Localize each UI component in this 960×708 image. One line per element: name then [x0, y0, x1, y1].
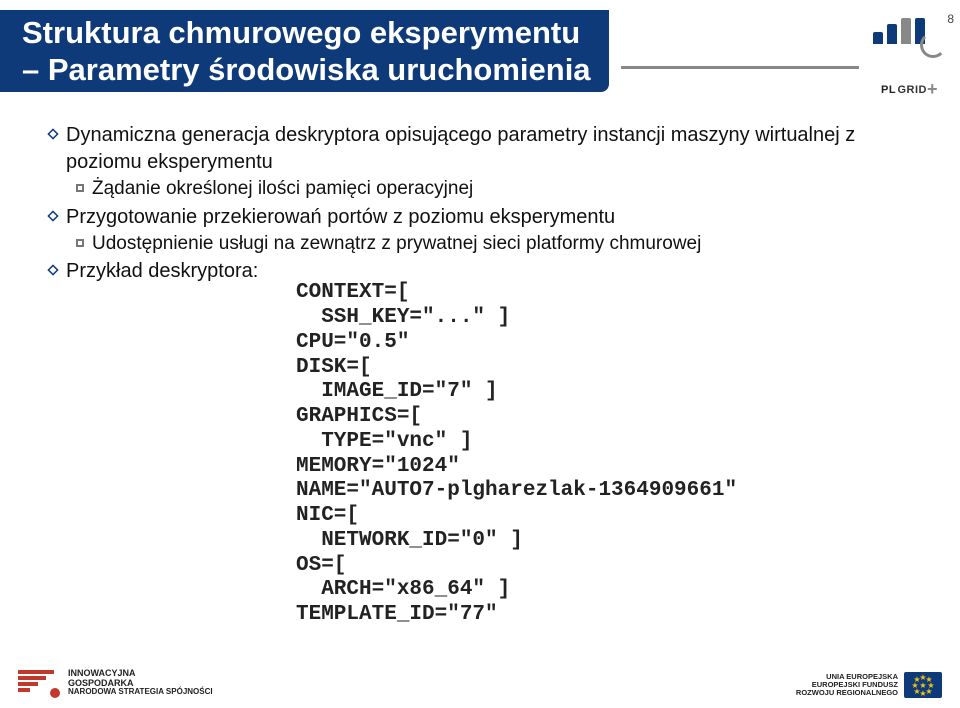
diamond-bullet-icon [46, 127, 60, 141]
footer-left-logo: INNOWACYJNA GOSPODARKA NARODOWA STRATEGI… [18, 668, 213, 698]
code-line: TEMPLATE_ID="77" [296, 603, 920, 628]
code-line: DISK=[ [296, 356, 920, 381]
code-line: MEMORY="1024" [296, 455, 920, 480]
slide-title: Struktura chmurowego eksperymentu – Para… [0, 10, 609, 92]
code-line: ARCH="x86_64" ] [296, 578, 920, 603]
title-divider [621, 66, 859, 69]
diamond-bullet-icon [46, 209, 60, 223]
code-line: OS=[ [296, 554, 920, 579]
code-line: NETWORK_ID="0" ] [296, 529, 920, 554]
bullet-2-sub-1-text: Udostępnienie usługi na zewnątrz z prywa… [92, 231, 701, 257]
bullet-1-sub-1-text: Żądanie określonej ilości pamięci operac… [92, 176, 473, 202]
bullet-3-text: Przykład deskryptora: [66, 258, 258, 285]
code-line: GRAPHICS=[ [296, 405, 920, 430]
title-bar: Struktura chmurowego eksperymentu – Para… [0, 0, 960, 98]
slide-content: Dynamiczna generacja deskryptora opisują… [0, 98, 960, 628]
innowacyjna-gospodarka-icon [18, 668, 62, 698]
bullet-1-text: Dynamiczna generacja deskryptora opisują… [66, 122, 920, 176]
footer-right-logo: UNIA EUROPEJSKA EUROPEJSKI FUNDUSZ ROZWO… [796, 672, 942, 698]
slide-footer: INNOWACYJNA GOSPODARKA NARODOWA STRATEGI… [0, 668, 960, 698]
descriptor-code-block: CONTEXT=[ SSH_KEY="..." ] CPU="0.5" DISK… [296, 281, 920, 628]
diamond-bullet-icon [46, 263, 60, 277]
title-line-1: Struktura chmurowego eksperymentu [22, 14, 591, 51]
code-line: NIC=[ [296, 504, 920, 529]
code-line: NAME="AUTO7-plgharezlak-1364909661" [296, 479, 920, 504]
square-bullet-icon [76, 239, 84, 247]
square-bullet-icon [76, 184, 84, 192]
plgrid-logo-label: PL GRID+ [881, 77, 938, 98]
footer-right-text: UNIA EUROPEJSKA EUROPEJSKI FUNDUSZ ROZWO… [796, 673, 898, 698]
bullet-2-text: Przygotowanie przekierowań portów z pozi… [66, 204, 615, 231]
plgrid-logo-area: PL GRID+ [859, 18, 960, 98]
plgrid-logo-icon [867, 18, 952, 74]
bullet-1-sub-1: Żądanie określonej ilości pamięci operac… [76, 176, 920, 202]
bullet-1: Dynamiczna generacja deskryptora opisują… [46, 122, 920, 176]
bullet-2: Przygotowanie przekierowań portów z pozi… [46, 204, 920, 231]
code-line: CONTEXT=[ [296, 281, 920, 306]
bullet-2-sub-1: Udostępnienie usługi na zewnątrz z prywa… [76, 231, 920, 257]
title-line-2: – Parametry środowiska uruchomienia [22, 51, 591, 88]
eu-flag-icon [904, 672, 942, 698]
code-line: CPU="0.5" [296, 331, 920, 356]
code-line: TYPE="vnc" ] [296, 430, 920, 455]
code-line: SSH_KEY="..." ] [296, 306, 920, 331]
footer-left-text: INNOWACYJNA GOSPODARKA NARODOWA STRATEGI… [68, 669, 213, 698]
code-line: IMAGE_ID="7" ] [296, 380, 920, 405]
